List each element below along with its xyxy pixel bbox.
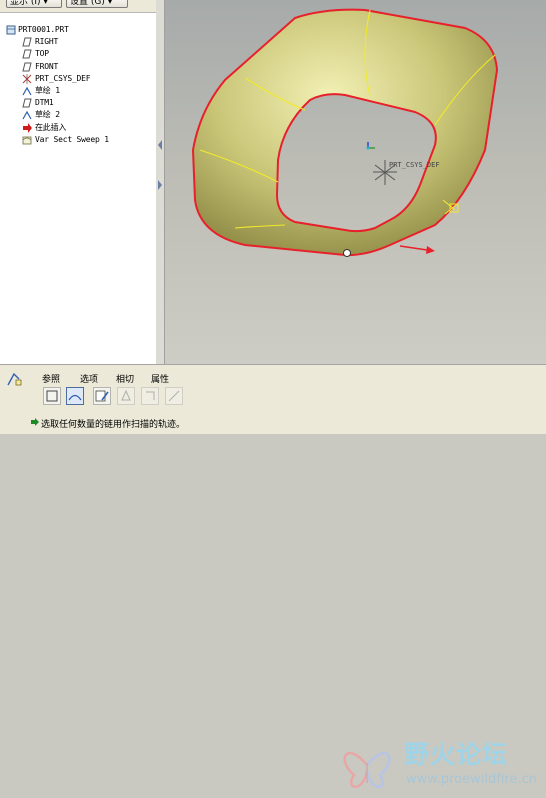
model-view[interactable]: PRT_CSYS_DEF (165, 0, 546, 364)
remove-material-icon (121, 389, 131, 401)
tree-item-label: DTM1 (35, 98, 54, 108)
settings-menu-button[interactable]: 设置 (G) ▾ (66, 0, 128, 8)
watermark-url: www.proewildfire.cn (406, 772, 537, 787)
origin-triad (366, 142, 375, 150)
tree-item-top[interactable]: TOP (4, 48, 156, 60)
tab-options[interactable]: 选项 (80, 372, 98, 385)
datum-plane-icon (22, 49, 32, 59)
tree-item-label: 在此插入 (35, 122, 67, 132)
thicken-icon (146, 391, 155, 400)
display-menu-button[interactable]: 显示 (I) ▾ (6, 0, 62, 8)
direction-arrow (399, 245, 435, 254)
datum-plane-icon (22, 37, 32, 47)
sketch-icon (22, 111, 32, 120)
tree-item-label: TOP (35, 49, 49, 59)
feature-dashboard: 参照 选项 相切 属性 选取任何数量的链用作扫描的轨迹。 野火论坛 www.pr… (0, 364, 546, 788)
collapse-arrow-icon[interactable] (157, 140, 163, 150)
datum-plane-icon (22, 62, 32, 72)
tree-item-label: FRONT (35, 61, 59, 71)
flip-icon (168, 390, 180, 402)
insert-arrow-icon (23, 122, 32, 133)
surface-icon (68, 394, 82, 401)
tree-item-var-sect-sweep[interactable]: Var Sect Sweep 1 (4, 134, 156, 146)
tree-item-label: PRT_CSYS_DEF (35, 73, 91, 83)
remove-material-button[interactable] (117, 387, 135, 405)
tree-item-dtm1[interactable]: DTM1 (4, 97, 156, 109)
sweep-surface[interactable] (193, 9, 497, 256)
model-tree-panel: 显示 (I) ▾ 设置 (G) ▾ PRT0001.PRT RIGHT TOP … (0, 0, 157, 364)
solid-option-button[interactable] (43, 387, 61, 405)
sketch-option-button[interactable] (93, 387, 111, 405)
tree-item-label: RIGHT (35, 37, 59, 47)
tree-item-csys[interactable]: PRT_CSYS_DEF (4, 73, 156, 85)
tree-item-label: 草绘 2 (35, 110, 60, 120)
surface-option-button[interactable] (66, 387, 84, 405)
tree-item-sketch-2[interactable]: 草绘 2 (4, 109, 156, 121)
tree-item-label: PRT0001.PRT (18, 25, 69, 34)
thicken-button[interactable] (141, 387, 159, 405)
sweep-feature-icon (22, 136, 32, 145)
sweep-tool-icon (7, 372, 22, 386)
model-tree-toolbar: 显示 (I) ▾ 设置 (G) ▾ (0, 0, 156, 13)
tree-item-front[interactable]: FRONT (4, 61, 156, 73)
watermark: 野火论坛 www.proewildfire.cn (334, 732, 546, 798)
panel-splitter[interactable] (156, 0, 165, 364)
message-arrow-icon (31, 418, 39, 426)
tree-item-insert-here[interactable]: 在此插入 (4, 122, 156, 134)
expand-arrow-icon[interactable] (157, 180, 163, 190)
solid-icon (46, 390, 58, 402)
model-tree: PRT0001.PRT RIGHT TOP FRONT PRT_CSYS_DEF… (4, 24, 156, 146)
graphics-window[interactable]: PRT_CSYS_DEF (165, 0, 546, 364)
start-point-marker[interactable] (343, 249, 351, 257)
part-icon (6, 25, 16, 35)
status-message: 选取任何数量的链用作扫描的轨迹。 (41, 420, 186, 430)
tab-tangency[interactable]: 相切 (116, 372, 134, 385)
csys-label: PRT_CSYS_DEF (389, 161, 440, 169)
tree-item-sketch-1[interactable]: 草绘 1 (4, 85, 156, 97)
tree-item-label: Var Sect Sweep 1 (35, 134, 109, 144)
butterfly-logo-icon (343, 751, 391, 788)
tab-references[interactable]: 参照 (42, 372, 60, 385)
watermark-title: 野火论坛 (404, 740, 509, 769)
tree-item-label: 草绘 1 (35, 85, 60, 95)
sketch-pencil-icon (95, 390, 109, 402)
flip-button[interactable] (165, 387, 183, 405)
sketch-icon (22, 86, 32, 96)
csys-icon (22, 73, 32, 84)
datum-plane-icon (22, 98, 32, 108)
tree-item-part[interactable]: PRT0001.PRT (4, 24, 156, 36)
tree-item-right[interactable]: RIGHT (4, 36, 156, 48)
tab-properties[interactable]: 属性 (151, 372, 169, 385)
